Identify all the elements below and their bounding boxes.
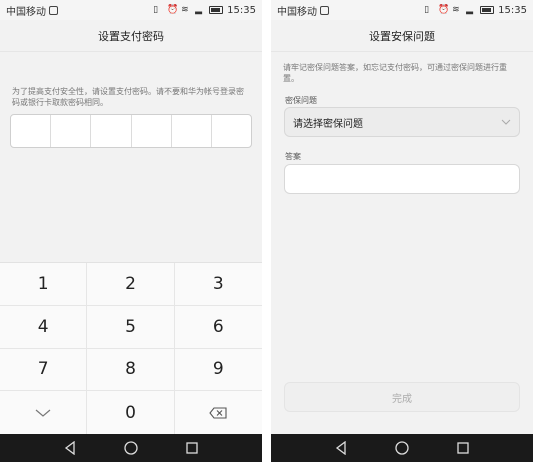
number-keypad: 1 2 3 4 5 6 7 8 9 0	[0, 262, 262, 434]
answer-label: 答案	[285, 152, 301, 161]
security-question-value: 请选择密保问题	[293, 118, 363, 130]
nav-back-icon[interactable]	[334, 441, 348, 455]
status-time: 15:35	[227, 4, 256, 16]
vibrate-icon: ▯	[153, 4, 159, 15]
sim-icon	[320, 5, 329, 15]
security-question-select[interactable]: 请选择密保问题	[284, 107, 520, 137]
pin-digit-box[interactable]	[132, 115, 172, 147]
chevron-down-icon	[501, 119, 511, 125]
pin-digit-box[interactable]	[172, 115, 212, 147]
key-6[interactable]: 6	[174, 306, 262, 349]
page-title: 设置支付密码	[0, 20, 262, 52]
key-7[interactable]: 7	[0, 348, 88, 392]
pin-digit-box[interactable]	[51, 115, 92, 147]
nav-recents-icon[interactable]	[185, 441, 199, 455]
status-time: 15:35	[498, 4, 527, 16]
carrier-label: 中国移动	[6, 6, 46, 18]
chevron-down-icon	[35, 409, 51, 417]
done-button[interactable]: 完成	[284, 382, 520, 412]
nav-recents-icon[interactable]	[456, 441, 470, 455]
pin-digit-box[interactable]	[11, 115, 52, 147]
nav-home-icon[interactable]	[394, 440, 410, 456]
page-title: 设置安保问题	[271, 20, 533, 52]
payment-password-hint: 为了提高支付安全性，请设置支付密码。请不要和华为帐号登录密码或银行卡取款密码相同…	[12, 87, 244, 107]
backspace-icon	[209, 407, 227, 419]
carrier-label: 中国移动	[277, 6, 317, 18]
alarm-icon: ⏰	[438, 4, 450, 15]
answer-input[interactable]	[284, 164, 520, 194]
backspace-button[interactable]	[175, 391, 262, 434]
sim-icon	[49, 5, 58, 15]
signal-icon: ▂	[195, 4, 203, 15]
signal-icon: ▂	[466, 4, 474, 15]
navigation-bar	[271, 434, 533, 462]
status-bar: 中国移动 ▯ ⏰ ≋ ▂ 15:35	[0, 0, 262, 20]
battery-icon	[209, 6, 224, 14]
nav-home-icon[interactable]	[123, 440, 139, 456]
wifi-icon: ≋	[181, 4, 189, 15]
battery-icon	[480, 6, 495, 14]
question-label: 密保问题	[285, 96, 317, 105]
key-2[interactable]: 2	[87, 263, 175, 306]
pin-digit-box[interactable]	[212, 115, 251, 147]
screen-set-security-question: 中国移动 ▯ ⏰ ≋ ▂ 15:35 设置安保问题 请牢记密保问题答案，如忘记支…	[271, 0, 533, 462]
pin-digit-box[interactable]	[91, 115, 132, 147]
screen-set-payment-password: 中国移动 ▯ ⏰ ≋ ▂ 15:35 设置支付密码 为了提高支付安全性，请设置支…	[0, 0, 262, 462]
wifi-icon: ≋	[452, 4, 460, 15]
pin-input[interactable]	[10, 114, 252, 148]
key-8[interactable]: 8	[87, 348, 175, 392]
key-4[interactable]: 4	[0, 305, 88, 349]
status-bar: 中国移动 ▯ ⏰ ≋ ▂ 15:35	[271, 0, 533, 20]
key-9[interactable]: 9	[174, 349, 262, 392]
key-0[interactable]: 0	[87, 391, 175, 434]
key-1[interactable]: 1	[0, 263, 88, 306]
navigation-bar	[0, 434, 262, 462]
alarm-icon: ⏰	[167, 4, 179, 15]
vibrate-icon: ▯	[424, 4, 430, 15]
key-3[interactable]: 3	[174, 263, 262, 306]
nav-back-icon[interactable]	[63, 441, 77, 455]
hide-keyboard-button[interactable]	[0, 391, 88, 434]
security-question-hint: 请牢记密保问题答案，如忘记支付密码，可通过密保问题进行重置。	[283, 63, 507, 83]
key-5[interactable]: 5	[87, 305, 175, 349]
